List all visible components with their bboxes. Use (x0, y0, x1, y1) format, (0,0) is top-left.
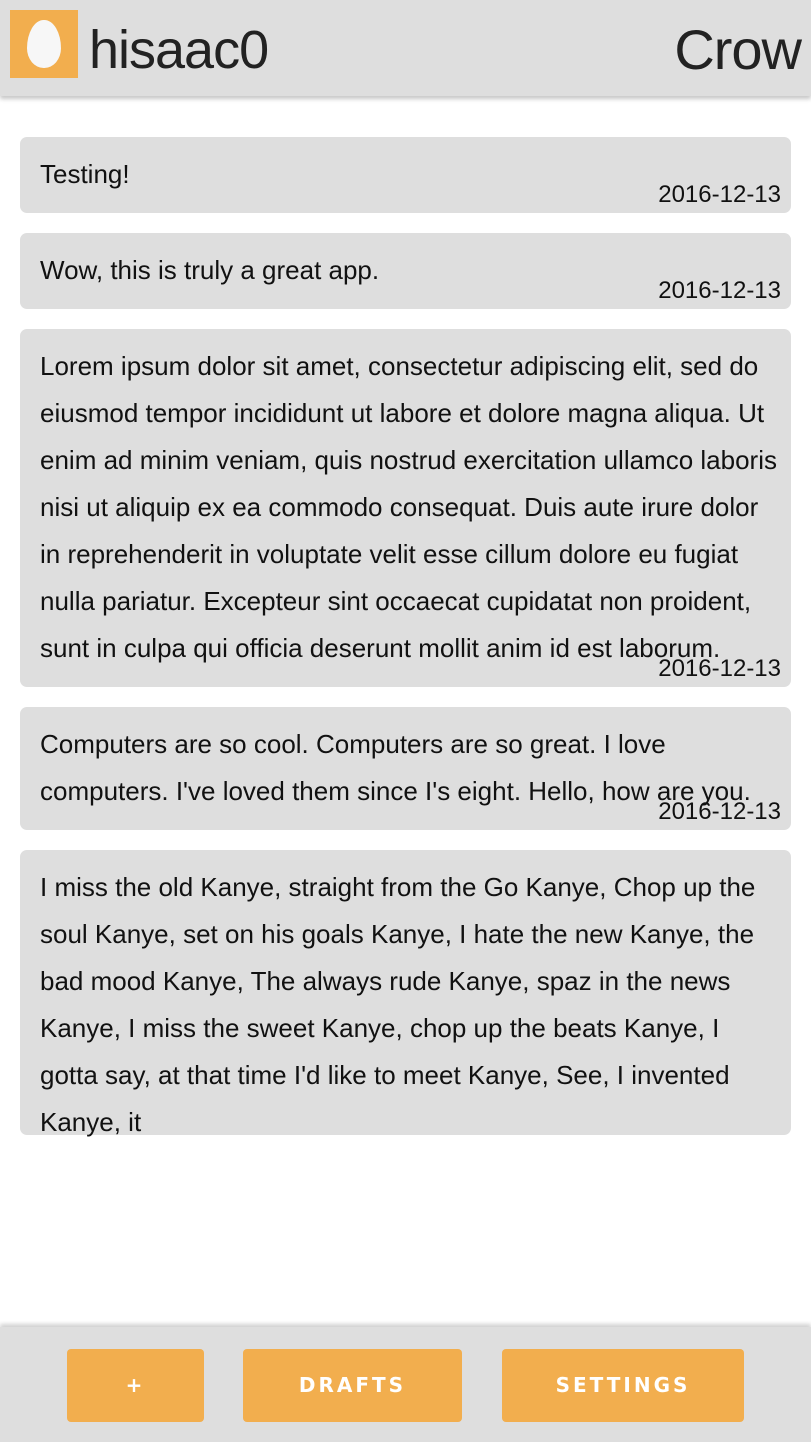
top-bar: hisaac0 Crow (0, 0, 811, 96)
add-post-button[interactable]: + (67, 1349, 204, 1422)
username[interactable]: hisaac0 (89, 18, 269, 82)
post-text: Lorem ipsum dolor sit amet, consectetur … (40, 351, 777, 663)
settings-button[interactable]: SETTINGS (502, 1349, 744, 1422)
bottom-bar: + DRAFTS SETTINGS (0, 1327, 811, 1442)
post-card[interactable]: I miss the old Kanye, straight from the … (20, 850, 791, 1137)
egg-icon (27, 20, 61, 68)
app-title: Crow (674, 18, 802, 81)
drafts-button[interactable]: DRAFTS (243, 1349, 462, 1422)
post-text: I miss the old Kanye, straight from the … (40, 872, 756, 1137)
post-card[interactable]: Testing! 2016-12-13 (20, 137, 791, 213)
post-date: 2016-12-13 (658, 181, 781, 208)
post-card[interactable]: Wow, this is truly a great app. 2016-12-… (20, 233, 791, 309)
post-feed: Testing! 2016-12-13 Wow, this is truly a… (20, 137, 791, 1155)
post-card[interactable]: Lorem ipsum dolor sit amet, consectetur … (20, 329, 791, 687)
post-card[interactable]: Computers are so cool. Computers are so … (20, 707, 791, 830)
avatar[interactable] (10, 10, 78, 78)
